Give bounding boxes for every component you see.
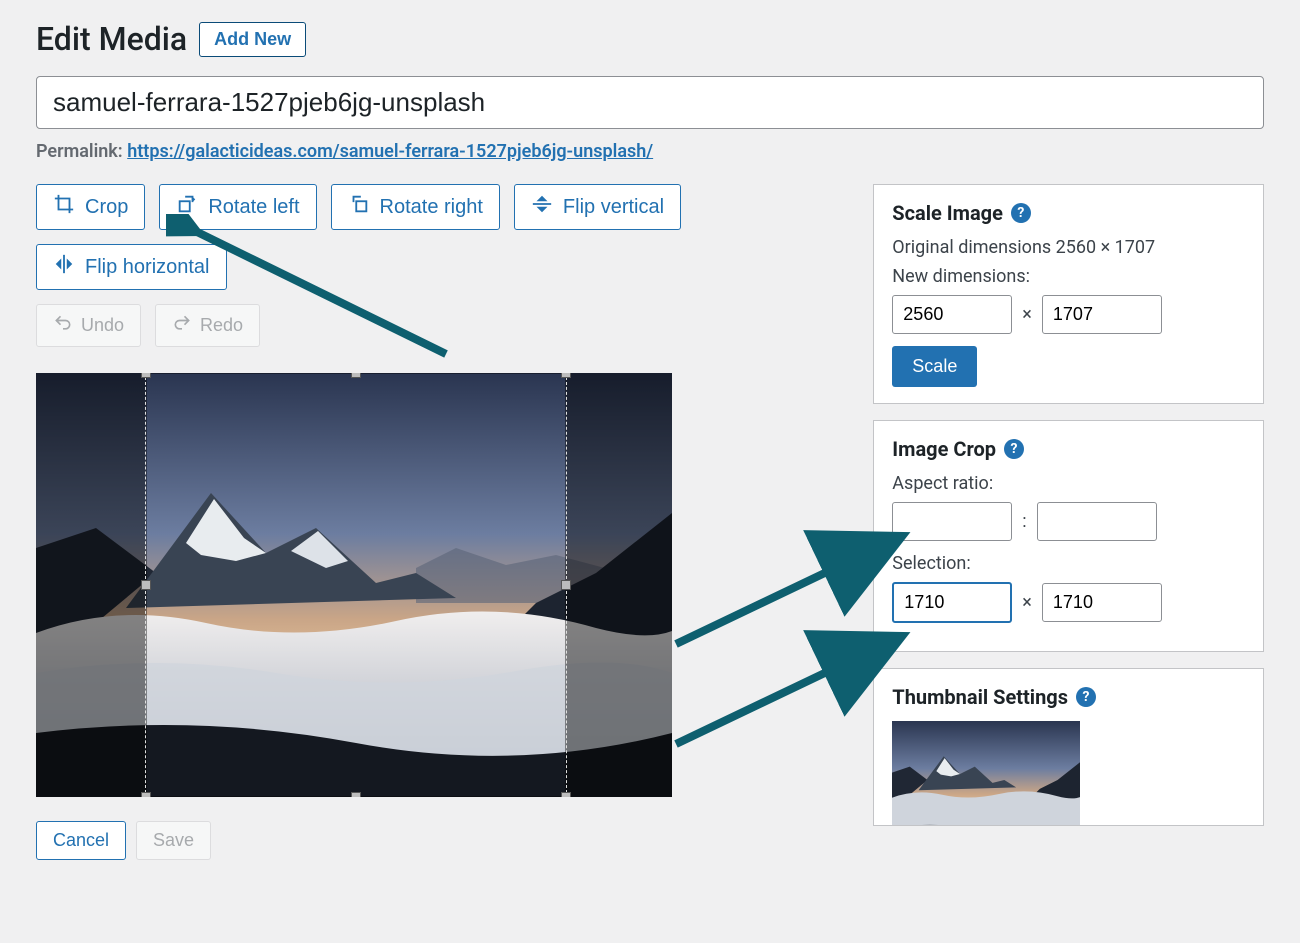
crop-handle-nw[interactable]: [141, 373, 151, 378]
aspect-ratio-label: Aspect ratio:: [892, 473, 1245, 494]
save-button[interactable]: Save: [136, 821, 211, 860]
flip-vertical-button[interactable]: Flip vertical: [514, 184, 681, 230]
help-icon[interactable]: ?: [1011, 203, 1031, 223]
rotate-right-label: Rotate right: [380, 196, 483, 219]
permalink-link[interactable]: https://galacticideas.com/samuel-ferrara…: [127, 141, 653, 162]
times-separator: ×: [1022, 592, 1032, 613]
scale-height-input[interactable]: [1042, 295, 1162, 334]
crop-handle-n[interactable]: [351, 373, 361, 378]
add-new-button[interactable]: Add New: [199, 22, 306, 57]
scale-image-title: Scale Image: [892, 201, 1003, 225]
rotate-right-button[interactable]: Rotate right: [331, 184, 500, 230]
media-title-input[interactable]: [36, 76, 1264, 129]
undo-icon: [53, 313, 73, 338]
crop-handle-s[interactable]: [351, 792, 361, 797]
cancel-button[interactable]: Cancel: [36, 821, 126, 860]
aspect-width-input[interactable]: [892, 502, 1012, 541]
flip-horizontal-icon: [53, 253, 75, 281]
flip-horizontal-label: Flip horizontal: [85, 256, 210, 279]
crop-handle-w[interactable]: [141, 580, 151, 590]
flip-horizontal-button[interactable]: Flip horizontal: [36, 244, 227, 290]
undo-label: Undo: [81, 315, 124, 336]
permalink-label: Permalink:: [36, 141, 123, 162]
crop-handle-se[interactable]: [561, 792, 571, 797]
crop-icon: [53, 193, 75, 221]
selection-height-input[interactable]: [1042, 583, 1162, 622]
crop-handle-e[interactable]: [561, 580, 571, 590]
image-editor-canvas[interactable]: [36, 373, 672, 797]
thumbnail-settings-title: Thumbnail Settings: [892, 685, 1068, 709]
crop-button[interactable]: Crop: [36, 184, 145, 230]
redo-button[interactable]: Redo: [155, 304, 260, 347]
aspect-height-input[interactable]: [1037, 502, 1157, 541]
scale-image-panel: Scale Image ? Original dimensions 2560 ×…: [873, 184, 1264, 404]
selection-label: Selection:: [892, 553, 1245, 574]
help-icon[interactable]: ?: [1004, 439, 1024, 459]
rotate-left-icon: [176, 193, 198, 221]
redo-label: Redo: [200, 315, 243, 336]
scale-button[interactable]: Scale: [892, 346, 977, 387]
thumbnail-settings-panel: Thumbnail Settings ?: [873, 668, 1264, 826]
crop-handle-sw[interactable]: [141, 792, 151, 797]
rotate-left-button[interactable]: Rotate left: [159, 184, 316, 230]
crop-handle-ne[interactable]: [561, 373, 571, 378]
undo-button[interactable]: Undo: [36, 304, 141, 347]
rotate-left-label: Rotate left: [208, 196, 299, 219]
redo-icon: [172, 313, 192, 338]
flip-vertical-icon: [531, 193, 553, 221]
help-icon[interactable]: ?: [1076, 687, 1096, 707]
original-dimensions-text: Original dimensions 2560 × 1707: [892, 237, 1245, 258]
colon-separator: :: [1022, 511, 1026, 532]
flip-vertical-label: Flip vertical: [563, 196, 664, 219]
crop-mask: [566, 373, 672, 797]
image-crop-title: Image Crop: [892, 437, 996, 461]
rotate-right-icon: [348, 193, 370, 221]
selection-width-input[interactable]: [892, 582, 1012, 623]
scale-width-input[interactable]: [892, 295, 1012, 334]
new-dimensions-label: New dimensions:: [892, 266, 1245, 287]
times-separator: ×: [1022, 304, 1032, 325]
crop-selection[interactable]: [146, 373, 566, 797]
crop-button-label: Crop: [85, 196, 128, 219]
crop-mask: [36, 373, 146, 797]
thumbnail-preview: [892, 721, 1080, 825]
image-crop-panel: Image Crop ? Aspect ratio: : Selection: …: [873, 420, 1264, 652]
page-title: Edit Media: [36, 20, 187, 58]
